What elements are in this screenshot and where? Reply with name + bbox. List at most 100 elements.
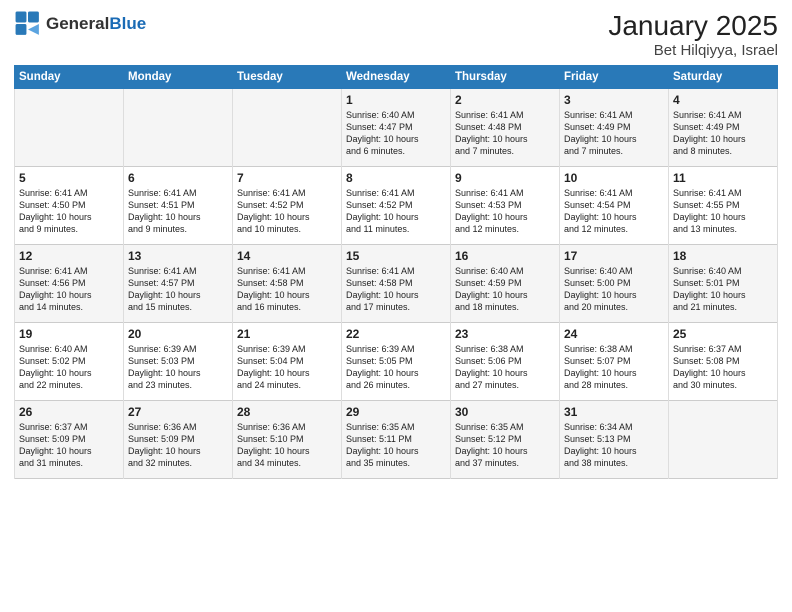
week-row-5: 26 Sunrise: 6:37 AM Sunset: 5:09 PM Dayli… [15,401,778,479]
header: GeneralBlue January 2025 Bet Hilqiyya, I… [14,10,778,59]
calendar-cell: 9Sunrise: 6:41 AM Sunset: 4:53 PM Daylig… [451,167,560,245]
cell-info: Sunrise: 6:39 AM Sunset: 5:03 PM Dayligh… [128,343,228,392]
calendar-cell [124,89,233,167]
calendar-cell: 8 Sunrise: 6:41 AM Sunset: 4:52 PM Daylig… [342,167,451,245]
day-number: 24 [564,327,664,341]
logo: GeneralBlue [14,10,146,38]
day-number: 22 [346,327,446,341]
calendar-cell: 11 Sunrise: 6:41 AM Sunset: 4:55 PM Dayli… [669,167,778,245]
logo-icon [14,10,42,38]
calendar-cell: 5 Sunrise: 6:41 AM Sunset: 4:50 PM Daylig… [15,167,124,245]
cell-info: Sunrise: 6:41 AM Sunset: 4:49 PM Dayligh… [564,109,664,158]
day-number: 21 [237,327,337,341]
day-number: 23 [455,327,555,341]
calendar-cell: 6 Sunrise: 6:41 AM Sunset: 4:51 PM Daylig… [124,167,233,245]
day-number: 10 [564,171,664,185]
page-container: GeneralBlue January 2025 Bet Hilqiyya, I… [0,0,792,489]
week-row-2: 5 Sunrise: 6:41 AM Sunset: 4:50 PM Daylig… [15,167,778,245]
cell-info: Sunrise: 6:40 AM Sunset: 5:00 PM Dayligh… [564,265,664,314]
calendar-cell: 23 Sunrise: 6:38 AM Sunset: 5:06 PM Dayli… [451,323,560,401]
calendar-cell: 20 Sunrise: 6:39 AM Sunset: 5:03 PM Dayli… [124,323,233,401]
day-header-saturday: Saturday [669,66,778,89]
calendar-cell: 2 Sunrise: 6:41 AM Sunset: 4:48 PM Daylig… [451,89,560,167]
calendar-cell: 25Sunrise: 6:37 AM Sunset: 5:08 PM Dayli… [669,323,778,401]
cell-info: Sunrise: 6:40 AM Sunset: 4:59 PM Dayligh… [455,265,555,314]
cell-info: Sunrise: 6:37 AM Sunset: 5:08 PM Dayligh… [673,343,773,392]
day-header-friday: Friday [560,66,669,89]
calendar-header-row: SundayMondayTuesdayWednesdayThursdayFrid… [15,66,778,89]
day-number: 3 [564,93,664,107]
day-number: 20 [128,327,228,341]
cell-info: Sunrise: 6:40 AM Sunset: 5:01 PM Dayligh… [673,265,773,314]
day-number: 7 [237,171,337,185]
cell-info: Sunrise: 6:41 AM Sunset: 4:49 PM Dayligh… [673,109,773,158]
day-number: 6 [128,171,228,185]
day-number: 19 [19,327,119,341]
cell-info: Sunrise: 6:38 AM Sunset: 5:06 PM Dayligh… [455,343,555,392]
calendar-cell: 21 Sunrise: 6:39 AM Sunset: 5:04 PM Dayli… [233,323,342,401]
calendar-cell: 13Sunrise: 6:41 AM Sunset: 4:57 PM Dayli… [124,245,233,323]
day-number: 8 [346,171,446,185]
day-number: 14 [237,249,337,263]
cell-info: Sunrise: 6:41 AM Sunset: 4:50 PM Dayligh… [19,187,119,236]
cell-info: Sunrise: 6:37 AM Sunset: 5:09 PM Dayligh… [19,421,119,470]
day-number: 27 [128,405,228,419]
cell-info: Sunrise: 6:41 AM Sunset: 4:52 PM Dayligh… [237,187,337,236]
day-number: 30 [455,405,555,419]
day-number: 5 [19,171,119,185]
day-header-thursday: Thursday [451,66,560,89]
day-number: 1 [346,93,446,107]
cell-info: Sunrise: 6:41 AM Sunset: 4:48 PM Dayligh… [455,109,555,158]
day-number: 31 [564,405,664,419]
calendar-table: SundayMondayTuesdayWednesdayThursdayFrid… [14,65,778,479]
title-block: January 2025 Bet Hilqiyya, Israel [608,10,778,59]
week-row-4: 19 Sunrise: 6:40 AM Sunset: 5:02 PM Dayli… [15,323,778,401]
cell-info: Sunrise: 6:41 AM Sunset: 4:53 PM Dayligh… [455,187,555,236]
calendar-cell: 4 Sunrise: 6:41 AM Sunset: 4:49 PM Daylig… [669,89,778,167]
calendar-cell [15,89,124,167]
cell-info: Sunrise: 6:35 AM Sunset: 5:11 PM Dayligh… [346,421,446,470]
cell-info: Sunrise: 6:40 AM Sunset: 4:47 PM Dayligh… [346,109,446,158]
calendar-subtitle: Bet Hilqiyya, Israel [608,42,778,59]
week-row-3: 12Sunrise: 6:41 AM Sunset: 4:56 PM Dayli… [15,245,778,323]
calendar-cell [669,401,778,479]
calendar-cell: 19 Sunrise: 6:40 AM Sunset: 5:02 PM Dayli… [15,323,124,401]
cell-info: Sunrise: 6:35 AM Sunset: 5:12 PM Dayligh… [455,421,555,470]
day-number: 4 [673,93,773,107]
cell-info: Sunrise: 6:39 AM Sunset: 5:05 PM Dayligh… [346,343,446,392]
logo-blue: Blue [109,14,146,33]
day-number: 18 [673,249,773,263]
calendar-cell: 29 Sunrise: 6:35 AM Sunset: 5:11 PM Dayli… [342,401,451,479]
day-header-tuesday: Tuesday [233,66,342,89]
day-number: 28 [237,405,337,419]
cell-info: Sunrise: 6:41 AM Sunset: 4:51 PM Dayligh… [128,187,228,236]
calendar-cell: 3 Sunrise: 6:41 AM Sunset: 4:49 PM Daylig… [560,89,669,167]
calendar-cell: 22 Sunrise: 6:39 AM Sunset: 5:05 PM Dayli… [342,323,451,401]
calendar-cell: 31Sunrise: 6:34 AM Sunset: 5:13 PM Dayli… [560,401,669,479]
cell-info: Sunrise: 6:39 AM Sunset: 5:04 PM Dayligh… [237,343,337,392]
calendar-cell: 28Sunrise: 6:36 AM Sunset: 5:10 PM Dayli… [233,401,342,479]
day-number: 13 [128,249,228,263]
cell-info: Sunrise: 6:41 AM Sunset: 4:58 PM Dayligh… [346,265,446,314]
calendar-cell: 12Sunrise: 6:41 AM Sunset: 4:56 PM Dayli… [15,245,124,323]
week-row-1: 1 Sunrise: 6:40 AM Sunset: 4:47 PM Daylig… [15,89,778,167]
cell-info: Sunrise: 6:40 AM Sunset: 5:02 PM Dayligh… [19,343,119,392]
calendar-cell: 14 Sunrise: 6:41 AM Sunset: 4:58 PM Dayli… [233,245,342,323]
calendar-cell: 10Sunrise: 6:41 AM Sunset: 4:54 PM Dayli… [560,167,669,245]
calendar-title: January 2025 [608,10,778,42]
day-number: 15 [346,249,446,263]
day-number: 26 [19,405,119,419]
day-number: 12 [19,249,119,263]
calendar-cell: 26 Sunrise: 6:37 AM Sunset: 5:09 PM Dayli… [15,401,124,479]
calendar-cell: 16 Sunrise: 6:40 AM Sunset: 4:59 PM Dayli… [451,245,560,323]
day-number: 16 [455,249,555,263]
day-header-monday: Monday [124,66,233,89]
day-number: 11 [673,171,773,185]
day-number: 2 [455,93,555,107]
cell-info: Sunrise: 6:41 AM Sunset: 4:58 PM Dayligh… [237,265,337,314]
calendar-cell [233,89,342,167]
cell-info: Sunrise: 6:41 AM Sunset: 4:55 PM Dayligh… [673,187,773,236]
calendar-cell: 17Sunrise: 6:40 AM Sunset: 5:00 PM Dayli… [560,245,669,323]
cell-info: Sunrise: 6:41 AM Sunset: 4:52 PM Dayligh… [346,187,446,236]
day-number: 29 [346,405,446,419]
